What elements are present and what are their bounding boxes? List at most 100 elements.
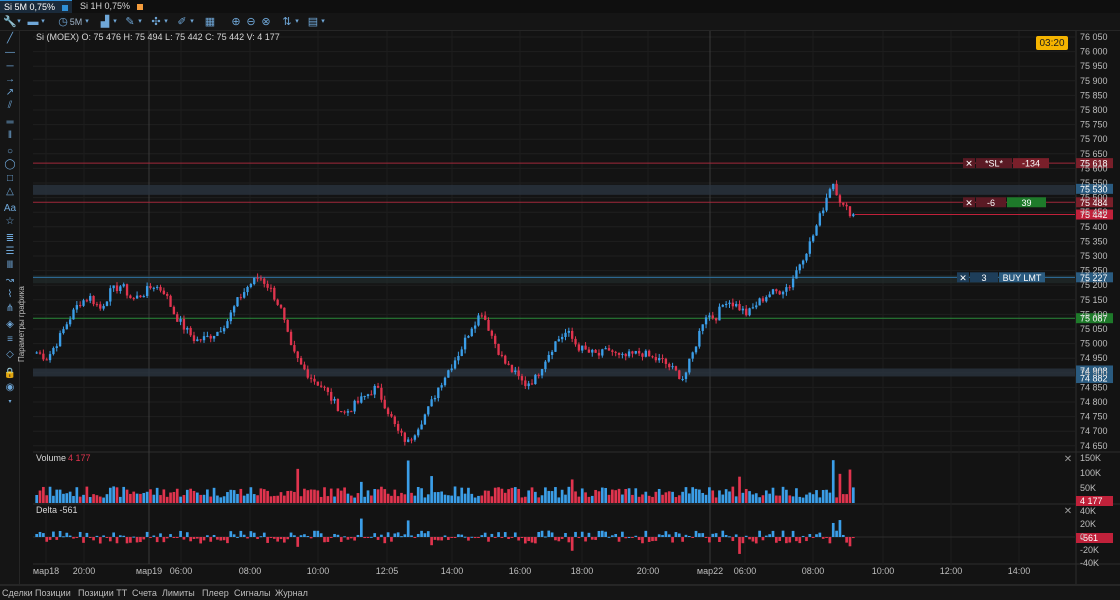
candle-body xyxy=(356,400,360,403)
chart-canvas[interactable]: Si (MOEX) O: 75 476 H: 75 494 L: 75 442 … xyxy=(0,31,1120,584)
chevron-down-icon[interactable]: ▾ xyxy=(39,14,47,30)
delta-bar xyxy=(634,535,638,537)
delta-bar xyxy=(768,534,771,537)
pen-icon[interactable]: ✎ xyxy=(124,14,136,30)
delta-bar xyxy=(764,535,768,537)
x-axis-label: мар19 xyxy=(136,566,162,576)
volume-bar xyxy=(624,489,628,503)
volume-bar xyxy=(607,494,611,503)
y-axis-tick: 75 450 xyxy=(1080,207,1108,217)
sort-icon[interactable]: ⇅ xyxy=(281,14,293,30)
bottom-tab[interactable]: Позиции xyxy=(35,587,71,600)
cursor-icon[interactable]: ✣ xyxy=(150,14,162,30)
candle-body xyxy=(135,295,139,299)
volume-bar xyxy=(447,495,450,503)
bottom-tab[interactable]: Сделки xyxy=(2,587,33,600)
volume-bar xyxy=(108,487,112,503)
delta-bar xyxy=(266,537,269,543)
delta-bar xyxy=(467,537,470,541)
bottom-tab[interactable]: Позиции ТТ xyxy=(78,587,127,600)
delta-bar xyxy=(132,536,136,538)
delta-bar xyxy=(811,537,815,538)
volume-bar xyxy=(617,488,621,503)
volume-bar xyxy=(145,491,149,503)
volume-bar xyxy=(129,493,132,503)
bottom-tab[interactable]: Счета xyxy=(132,587,157,600)
volume-bar xyxy=(92,494,95,503)
delta-bar xyxy=(718,537,721,543)
delta-bar xyxy=(336,534,340,537)
candle-body xyxy=(266,283,269,288)
volume-bar xyxy=(801,497,805,503)
bottom-tab[interactable]: Лимиты xyxy=(162,587,195,600)
candle-body xyxy=(209,335,212,339)
y-axis-tick: 75 700 xyxy=(1080,134,1108,144)
delta-tick: 40K xyxy=(1080,506,1096,516)
candle-body xyxy=(48,354,52,361)
volume-bar xyxy=(42,486,45,503)
chevron-down-icon[interactable]: ▾ xyxy=(136,14,144,30)
volume-bar xyxy=(386,493,390,503)
volume-bar xyxy=(336,488,340,503)
chevron-down-icon[interactable]: ▾ xyxy=(293,14,301,30)
candle-body xyxy=(62,329,65,334)
candle-body xyxy=(627,351,631,357)
zoom-fit-icon[interactable]: ⊗ xyxy=(260,14,272,30)
chevron-down-icon[interactable]: ▾ xyxy=(188,14,196,30)
order-value-label: 39 xyxy=(1021,198,1031,208)
delta-bar xyxy=(835,530,838,537)
zoom-out-icon[interactable]: ⊖ xyxy=(245,14,257,30)
zoom-in-icon[interactable]: ⊕ xyxy=(230,14,242,30)
delta-bar xyxy=(296,537,300,547)
candle-body xyxy=(79,305,82,307)
indicators-panel-icon[interactable]: ▦ xyxy=(204,14,216,30)
volume-bar xyxy=(698,489,701,503)
folder-icon[interactable]: ▬ xyxy=(27,14,39,30)
candle-body xyxy=(500,354,504,356)
volume-bar xyxy=(467,487,470,503)
candle-body xyxy=(346,411,350,413)
bottom-tab[interactable]: Сигналы xyxy=(234,587,271,600)
bottom-tab[interactable]: Плеер xyxy=(202,587,229,600)
y-axis-tick: 75 650 xyxy=(1080,149,1108,159)
tab-si-1h[interactable]: Si 1H 0,75% xyxy=(76,0,147,13)
volume-bar xyxy=(687,493,691,503)
bottom-tabs: Сделки Позиции Позиции ТТ Счета Лимиты Плеер С… xyxy=(0,585,1120,600)
wrench-icon[interactable]: 🔧 xyxy=(3,14,17,30)
candle-body xyxy=(453,360,457,369)
chevron-down-icon[interactable]: ▾ xyxy=(15,14,23,30)
delta-bar xyxy=(373,533,377,537)
volume-bar xyxy=(175,488,179,503)
chevron-down-icon[interactable]: ▾ xyxy=(83,14,91,30)
volume-bar xyxy=(55,489,59,503)
timeframe-dropdown[interactable]: 5M xyxy=(69,14,83,30)
tab-si-5m[interactable]: Si 5M 0,75% xyxy=(0,0,72,13)
delta-bar xyxy=(212,534,216,537)
candle-body xyxy=(199,339,202,341)
delta-bar xyxy=(614,534,618,537)
volume-bar xyxy=(537,497,541,503)
candle-body xyxy=(309,377,313,379)
chevron-down-icon[interactable]: ▾ xyxy=(111,14,119,30)
candle-body xyxy=(534,374,537,385)
chevron-down-icon[interactable]: ▾ xyxy=(319,14,327,30)
indicator-icon[interactable]: ✐ xyxy=(176,14,188,30)
chart-type-icon[interactable]: ▟ xyxy=(99,14,111,30)
chevron-down-icon[interactable]: ▾ xyxy=(162,14,170,30)
delta-bar xyxy=(587,532,591,537)
y-axis-tick: 74 800 xyxy=(1080,397,1108,407)
delta-bar xyxy=(209,537,213,542)
calendar-icon[interactable]: ▤ xyxy=(307,14,319,30)
clock-icon[interactable]: ◷ xyxy=(57,14,69,30)
delta-bar xyxy=(165,537,169,539)
volume-bar xyxy=(517,488,520,503)
candle-body xyxy=(259,278,263,280)
candle-body xyxy=(637,350,641,354)
delta-bar xyxy=(698,533,701,537)
delta-bar xyxy=(380,534,383,537)
bottom-tab[interactable]: Журнал xyxy=(275,587,308,600)
candle-body xyxy=(815,225,818,236)
delta-bar xyxy=(252,532,256,537)
volume-bar xyxy=(202,494,206,503)
order-value-label: -134 xyxy=(1022,159,1040,169)
